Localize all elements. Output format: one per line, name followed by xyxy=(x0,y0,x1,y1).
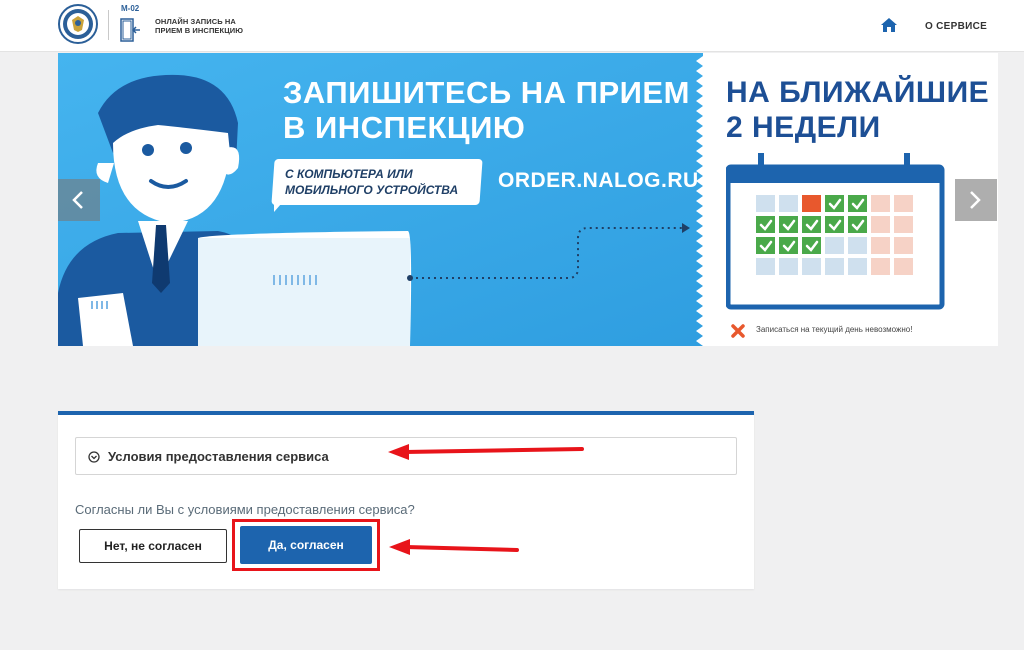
bubble-line-1: С КОМПЬЮТЕРА ИЛИ xyxy=(285,167,413,181)
banner-right-headline: НА БЛИЖАЙШИЕ 2 НЕДЕЛИ xyxy=(726,75,989,145)
carousel-prev-button[interactable] xyxy=(58,179,100,221)
about-service-link[interactable]: О СЕРВИСЕ xyxy=(925,21,987,32)
decline-button[interactable]: Нет, не согласен xyxy=(79,529,227,563)
service-name: ОНЛАЙН ЗАПИСЬ НА ПРИЕМ В ИНСПЕКЦИЮ xyxy=(155,17,243,35)
speech-bubble-tail xyxy=(274,196,288,212)
promo-banner-carousel: ЗАПИШИТЕСЬ НА ПРИЕМ В ИНСПЕКЦИЮ С КОМПЬЮ… xyxy=(58,53,998,346)
carousel-next-button[interactable] xyxy=(955,179,997,221)
top-header: М-02 ОНЛАЙН ЗАПИСЬ НА ПРИЕМ В ИНСПЕКЦИЮ … xyxy=(0,0,1024,52)
banner-note: Записаться на текущий день невозможно! xyxy=(756,325,913,334)
carousel-dot-4[interactable] xyxy=(974,65,981,72)
bubble-text: С КОМПЬЮТЕРА ИЛИ МОБИЛЬНОГО УСТРОЙСТВА xyxy=(285,166,458,198)
headline-line-1: ЗАПИШИТЕСЬ НА ПРИЕМ xyxy=(283,75,690,110)
right-headline-line-2: 2 НЕДЕЛИ xyxy=(726,111,881,144)
annotation-arrow-icon xyxy=(388,444,584,460)
annotation-arrow-icon xyxy=(389,539,519,555)
accept-button[interactable]: Да, согласен xyxy=(240,526,372,564)
header-divider xyxy=(108,10,109,40)
carousel-dot-3[interactable] xyxy=(962,65,969,72)
cross-icon xyxy=(731,324,745,338)
fns-emblem-icon[interactable] xyxy=(58,4,98,44)
site-url: ORDER.NALOG.RU xyxy=(498,169,699,192)
door-icon xyxy=(120,18,140,42)
accordion-title: Условия предоставления сервиса xyxy=(108,449,329,464)
carousel-dot-1[interactable] xyxy=(938,65,945,72)
headline-line-2: В ИНСПЕКЦИЮ xyxy=(283,110,526,145)
banner-headline: ЗАПИШИТЕСЬ НА ПРИЕМ В ИНСПЕКЦИЮ xyxy=(283,75,690,145)
chevron-left-icon xyxy=(72,191,83,209)
bubble-line-2: МОБИЛЬНОГО УСТРОЙСТВА xyxy=(285,183,459,197)
right-headline-line-1: НА БЛИЖАЙШИЕ xyxy=(726,76,990,109)
brand-line-1: ОНЛАЙН ЗАПИСЬ НА xyxy=(155,17,236,26)
home-icon[interactable] xyxy=(880,17,898,33)
chevron-right-icon xyxy=(970,191,981,209)
carousel-dot-2[interactable] xyxy=(950,65,957,72)
dotted-arrow-graphic xyxy=(407,223,690,281)
accept-highlight-box: Да, согласен xyxy=(232,519,380,571)
terms-card: Условия предоставления сервиса Согласны … xyxy=(58,411,754,589)
agreement-question: Согласны ли Вы с условиями предоставлени… xyxy=(75,502,415,517)
chevron-down-circle-icon xyxy=(88,451,100,463)
brand-line-2: ПРИЕМ В ИНСПЕКЦИЮ xyxy=(155,26,244,35)
carousel-indicators xyxy=(938,65,988,73)
calendar-illustration xyxy=(726,153,945,310)
